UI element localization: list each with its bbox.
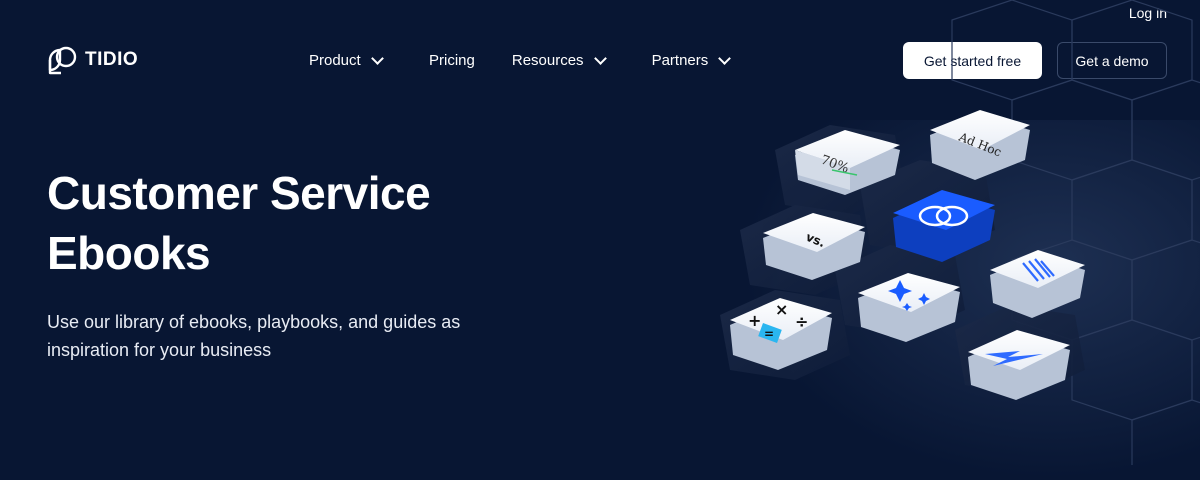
nav-item-product[interactable]: Product	[309, 51, 389, 69]
nav-item-label: Product	[309, 52, 361, 69]
svg-text:÷: ÷	[795, 312, 808, 331]
nav-item-resources[interactable]: Resources	[511, 51, 607, 69]
nav-item-label: Partners	[651, 52, 709, 69]
svg-text:=: =	[764, 327, 774, 341]
page-title: Customer Service Ebooks	[47, 163, 467, 283]
nav-item-partners[interactable]: Partners	[651, 51, 732, 69]
svg-text:×: ×	[775, 300, 788, 319]
nav-item-label: Resources	[511, 52, 584, 69]
brand-name: TIDIO	[85, 49, 139, 70]
chevron-down-icon	[593, 51, 607, 65]
nav-item-pricing[interactable]: Pricing	[429, 52, 475, 69]
tidio-logo-icon	[48, 46, 77, 75]
nav-item-label: Pricing	[429, 52, 475, 69]
ebook-illustration: 70% Ad Hoc vs. × + ÷ =	[720, 0, 1200, 465]
hero-subtitle: Use our library of ebooks, playbooks, an…	[47, 312, 461, 360]
svg-text:+: +	[748, 311, 761, 330]
page-title-line1: Customer Service	[47, 167, 431, 219]
main-nav: Product Pricing Resources Partners	[309, 51, 732, 69]
page-title-line2: Ebooks	[47, 227, 211, 279]
tidio-logo[interactable]: TIDIO	[47, 44, 138, 76]
chevron-down-icon	[370, 51, 384, 65]
